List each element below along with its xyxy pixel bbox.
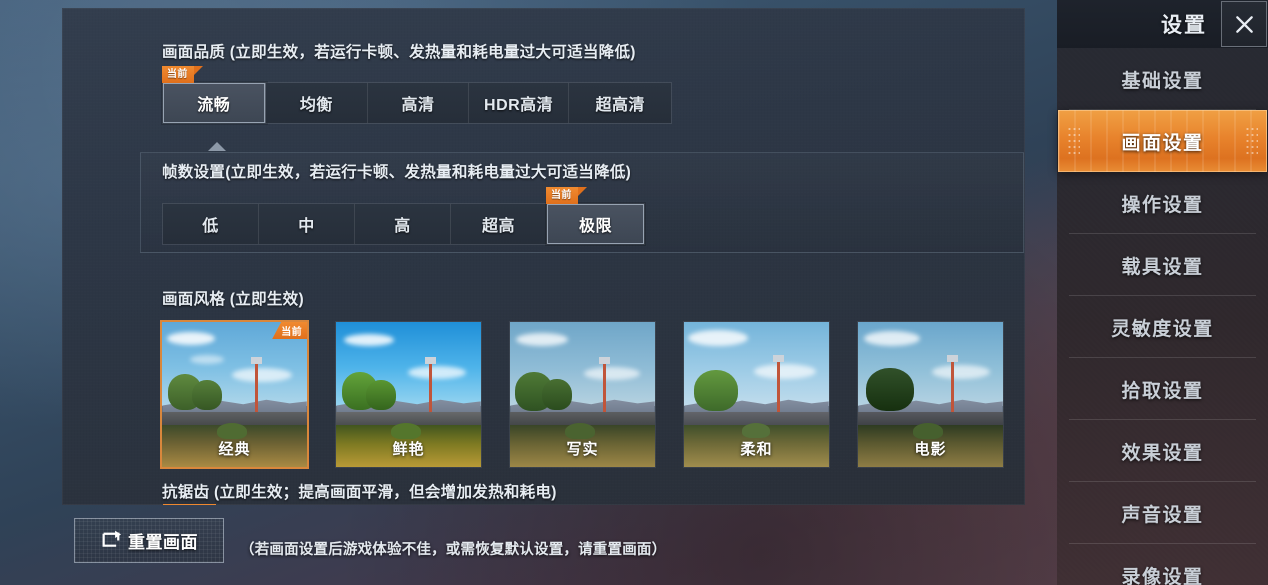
thumb-tree [542,379,572,410]
thumb-cloud [688,330,748,346]
framerate-option-label: 高 [394,218,411,235]
framerate-option-jixian[interactable]: 当前 极限 [546,187,644,244]
sidebar-item-label: 灵敏度设置 [1111,318,1214,340]
sidebar-item-audio[interactable]: 声音设置 [1057,482,1268,544]
style-option-group: 当前 经典 鲜艳 写实 柔和 电影 [162,322,1003,467]
sidebar-item-controls[interactable]: 操作设置 [1057,172,1268,234]
style-option-xieshi[interactable]: 写实 [510,322,655,467]
quality-option-hdr-gaoqing[interactable]: HDR高清 [468,83,570,123]
thumb-cloud [932,365,990,379]
framerate-option-label: 中 [298,218,315,235]
style-option-label: 经典 [218,441,251,458]
sidebar-item-effects[interactable]: 效果设置 [1057,420,1268,482]
thumb-cloud [584,367,640,380]
sidebar-item-basic[interactable]: 基础设置 [1057,48,1268,110]
style-option-xianyan[interactable]: 鲜艳 [336,322,481,467]
thumb-cloud [516,333,568,346]
thumb-bush [913,423,943,439]
style-option-dianying[interactable]: 电影 [858,322,1003,467]
quality-option-junheng[interactable]: 均衡 [265,83,369,123]
quality-option-label: 高清 [401,97,435,114]
thumb-bush [565,423,595,439]
thumb-cloud [408,366,466,379]
style-option-jingdian[interactable]: 当前 经典 [162,322,307,467]
current-badge: 当前 [162,66,203,83]
thumb-cloud [344,334,394,346]
sidebar-item-label: 操作设置 [1121,194,1204,216]
style-option-label: 电影 [914,441,947,458]
style-option-rouhe[interactable]: 柔和 [684,322,829,467]
sidebar-item-recording[interactable]: 录像设置 [1057,544,1268,585]
style-option-label: 柔和 [740,441,773,458]
reset-arrow-icon [102,530,122,547]
quality-option-gaoqing[interactable]: 高清 [368,83,469,123]
thumb-tree [866,368,914,411]
dot-decoration-icon [1245,126,1258,156]
quality-option-chao-gaoqing[interactable]: 超高清 [569,83,671,123]
close-icon [1235,15,1253,33]
sidebar-item-vehicle[interactable]: 载具设置 [1057,234,1268,296]
framerate-option-group: 低 中 高 超高 当前 极限 [162,187,645,245]
sidebar-item-label: 声音设置 [1121,504,1204,526]
thumb-bush [742,423,770,438]
quality-option-label: 超高清 [595,97,645,114]
antialiasing-current-badge [163,504,216,505]
sidebar-item-label: 载具设置 [1121,256,1204,278]
framerate-option-label: 超高 [481,218,515,235]
style-option-label: 写实 [566,441,599,458]
settings-sidebar: 设置 基础设置 画面设置 操作设置 载具设置 灵敏度设置 拾取设置 效果设置 声… [1057,0,1268,585]
framerate-option-chaogao[interactable]: 超高 [451,204,547,244]
thumb-cloud [190,355,224,364]
sidebar-item-label: 基础设置 [1121,70,1204,92]
style-option-label: 鲜艳 [392,441,425,458]
reset-hint-text: （若画面设置后游戏体验不佳，或需恢复默认设置，请重置画面） [240,542,667,558]
thumb-tree [192,380,222,410]
framerate-option-label: 极限 [578,218,612,235]
framerate-option-label: 低 [202,218,219,235]
antialiasing-section-title: 抗锯齿 (立即生效；提高画面平滑，但会增加发热和耗电) [162,484,557,501]
framerate-pointer-icon [208,142,226,151]
thumb-bush [391,423,421,439]
sidebar-item-label: 效果设置 [1121,442,1204,464]
sidebar-item-pickup[interactable]: 拾取设置 [1057,358,1268,420]
framerate-option-zhong[interactable]: 中 [259,204,355,244]
quality-option-group: 当前 流畅 均衡 高清 HDR高清 超高清 [162,66,672,124]
sidebar-item-graphics[interactable]: 画面设置 [1058,110,1267,172]
reset-graphics-label: 重置画面 [128,533,198,552]
reset-graphics-button[interactable]: 重置画面 [74,518,224,563]
thumb-tower [947,355,958,412]
style-section-title: 画面风格 (立即生效) [162,291,304,308]
thumb-cloud [167,332,215,345]
thumb-cloud [864,331,920,346]
quality-option-liuchang[interactable]: 当前 流畅 [162,66,266,123]
quality-option-label: 均衡 [299,97,333,114]
graphics-settings-panel: 画面品质 (立即生效，若运行卡顿、发热量和耗电量过大可适当降低) 当前 流畅 均… [62,8,1025,505]
thumb-tower [425,357,436,412]
close-button[interactable] [1221,1,1267,47]
framerate-section-title: 帧数设置(立即生效，若运行卡顿、发热量和耗电量过大可适当降低) [162,164,632,181]
framerate-option-di[interactable]: 低 [163,204,259,244]
sidebar-item-sensitivity[interactable]: 灵敏度设置 [1057,296,1268,358]
thumb-bush [217,423,247,439]
sidebar-item-label: 拾取设置 [1121,380,1204,402]
dot-decoration-icon [1067,126,1080,156]
thumb-tree [366,380,396,410]
thumb-cloud [232,368,292,382]
thumb-tree [694,370,738,411]
sidebar-item-label: 录像设置 [1121,566,1204,585]
quality-option-label: 流畅 [197,97,231,114]
sidebar-title: 设置 [1161,14,1207,37]
quality-option-label: HDR高清 [484,97,554,114]
current-badge: 当前 [546,187,587,204]
thumb-tower [599,357,610,412]
quality-section-title: 画面品质 (立即生效，若运行卡顿、发热量和耗电量过大可适当降低) [162,44,636,61]
sidebar-item-label: 画面设置 [1121,132,1204,154]
thumb-tower [773,355,784,412]
thumb-tower [251,357,262,412]
framerate-option-gao[interactable]: 高 [355,204,451,244]
sidebar-header: 设置 [1057,0,1268,48]
thumb-cloud [754,364,816,379]
